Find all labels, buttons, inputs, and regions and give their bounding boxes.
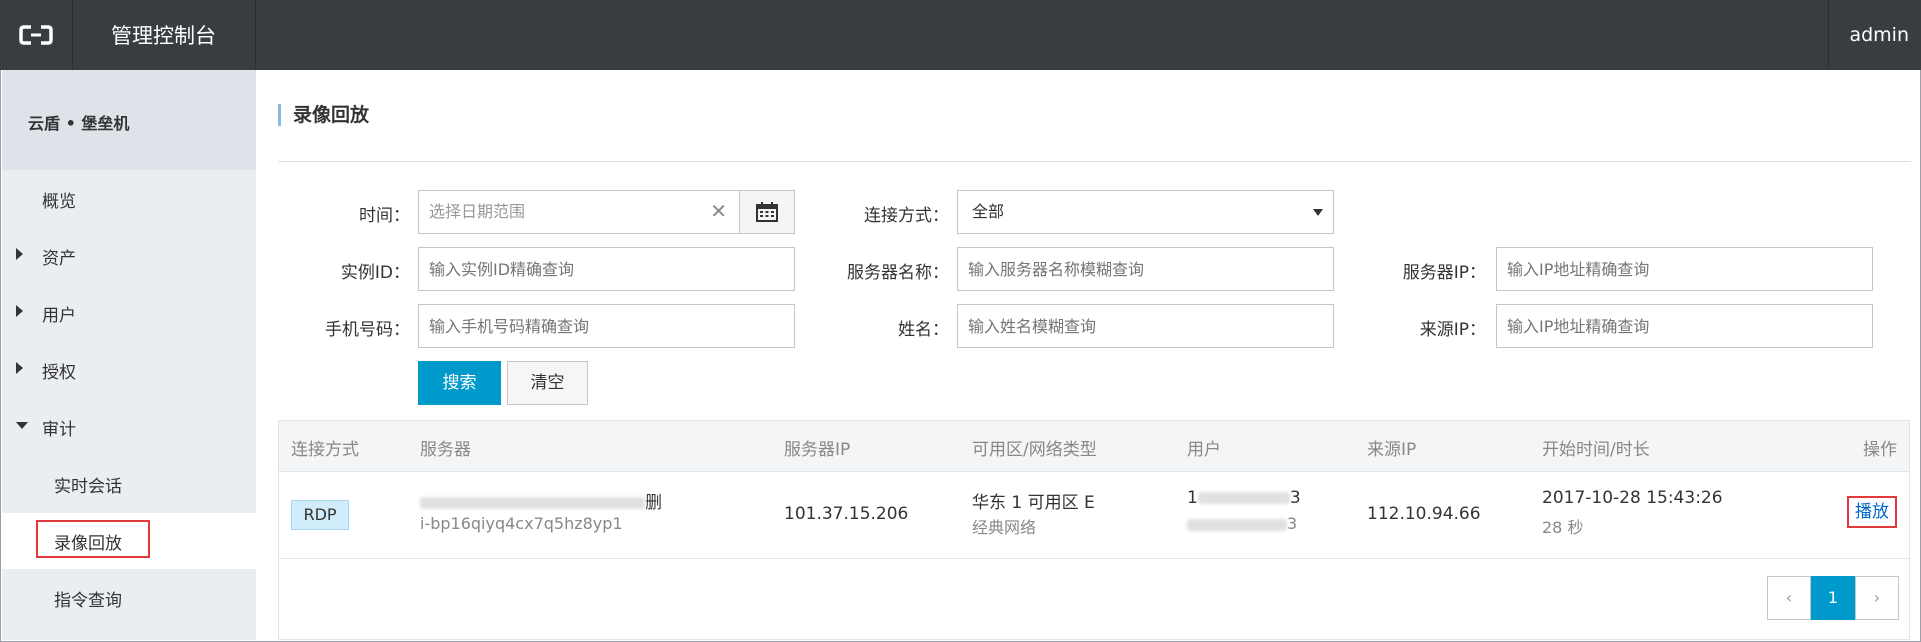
instance-id: i-bp16qiyq4cx7q5hz8yp1: [420, 514, 623, 533]
search-button[interactable]: 搜索: [418, 361, 501, 405]
duration: 28 秒: [1542, 518, 1584, 537]
calendar-button[interactable]: [739, 190, 795, 234]
console-title[interactable]: 管理控制台: [72, 0, 256, 70]
instance-id-input[interactable]: [418, 247, 795, 291]
start-time: 2017-10-28 15:43:26: [1542, 488, 1723, 508]
calendar-icon: [756, 202, 778, 222]
date-range-input[interactable]: 选择日期范围 ✕: [418, 190, 740, 234]
user-line-1: 13: [1187, 488, 1301, 508]
table-header: 连接方式 服务器 服务器IP 可用区/网络类型 用户 来源IP 开始时间/时长 …: [279, 421, 1909, 472]
sidebar-subitem-replay[interactable]: 录像回放: [2, 513, 256, 569]
column-header: 服务器: [420, 440, 471, 460]
next-page-button[interactable]: ›: [1855, 576, 1899, 620]
conn-type-label: 连接方式：: [864, 206, 949, 226]
sidebar-subitem-command-query[interactable]: 指令查询: [2, 570, 256, 626]
user-menu[interactable]: admin: [1828, 0, 1909, 70]
column-header: 连接方式: [291, 440, 359, 460]
network-type: 经典网络: [972, 518, 1037, 537]
prev-page-button[interactable]: ‹: [1767, 576, 1811, 620]
server-name-label: 服务器名称：: [847, 263, 949, 283]
column-header: 可用区/网络类型: [972, 440, 1097, 460]
user-line-2: 3: [1187, 514, 1297, 533]
caret-down-icon: [16, 422, 28, 429]
close-icon[interactable]: ✕: [710, 201, 727, 221]
caret-right-icon: [16, 248, 23, 260]
sidebar-subitem-live-sessions[interactable]: 实时会话: [2, 456, 256, 512]
logo[interactable]: [0, 0, 73, 70]
page-button-current[interactable]: 1: [1811, 576, 1855, 620]
sidebar-item-overview[interactable]: 概览: [2, 171, 256, 227]
phone-input[interactable]: [418, 304, 795, 348]
column-header: 操作: [1863, 440, 1897, 460]
server-name: 删: [420, 488, 662, 513]
conn-type-badge: RDP: [291, 500, 349, 530]
page-title: 录像回放: [278, 104, 369, 126]
server-ip: 101.37.15.206: [784, 504, 909, 524]
column-header: 服务器IP: [784, 440, 851, 460]
name-label: 姓名：: [898, 320, 949, 340]
top-bar: 管理控制台 admin: [0, 0, 1921, 70]
time-label: 时间：: [359, 206, 410, 226]
play-button[interactable]: 播放: [1847, 496, 1897, 528]
server-name-input[interactable]: [957, 247, 1334, 291]
instance-id-label: 实例ID：: [340, 263, 410, 283]
table-row: RDP 删 i-bp16qiyq4cx7q5hz8yp1 101.37.15.2…: [279, 472, 1909, 559]
pagination: ‹ 1 ›: [1767, 576, 1899, 622]
redacted-text: [1187, 518, 1287, 531]
column-header: 开始时间/时长: [1542, 440, 1650, 460]
caret-right-icon: [16, 362, 23, 374]
product-header: 云盾 • 堡垒机: [2, 70, 256, 170]
source-ip-input[interactable]: [1496, 304, 1873, 348]
redacted-text: [420, 497, 645, 509]
server-ip-input[interactable]: [1496, 247, 1873, 291]
conn-type-select[interactable]: 全部: [957, 190, 1334, 234]
source-ip-label: 来源IP：: [1419, 320, 1486, 340]
column-header: 用户: [1187, 440, 1221, 460]
clear-button[interactable]: 清空: [507, 361, 588, 405]
server-ip-label: 服务器IP：: [1402, 263, 1486, 283]
chevron-down-icon: [1313, 209, 1323, 216]
recordings-table: 连接方式 服务器 服务器IP 可用区/网络类型 用户 来源IP 开始时间/时长 …: [278, 420, 1910, 640]
redacted-text: [1197, 492, 1290, 504]
zone: 华东 1 可用区 E: [972, 493, 1095, 513]
sidebar-item-authorization[interactable]: 授权: [2, 342, 256, 398]
name-input[interactable]: [957, 304, 1334, 348]
column-header: 来源IP: [1367, 440, 1417, 460]
aliyun-logo-icon: [19, 25, 53, 45]
caret-right-icon: [16, 305, 23, 317]
source-ip: 112.10.94.66: [1367, 504, 1481, 524]
sidebar-item-audit[interactable]: 审计: [2, 399, 256, 455]
sidebar-item-users[interactable]: 用户: [2, 285, 256, 341]
sidebar-item-assets[interactable]: 资产: [2, 228, 256, 284]
title-divider: [278, 161, 1911, 162]
sidebar: 云盾 • 堡垒机 概览 资产 用户 授权 审计 实时会话 录像回放 指令查询: [2, 70, 256, 640]
phone-label: 手机号码：: [325, 320, 410, 340]
